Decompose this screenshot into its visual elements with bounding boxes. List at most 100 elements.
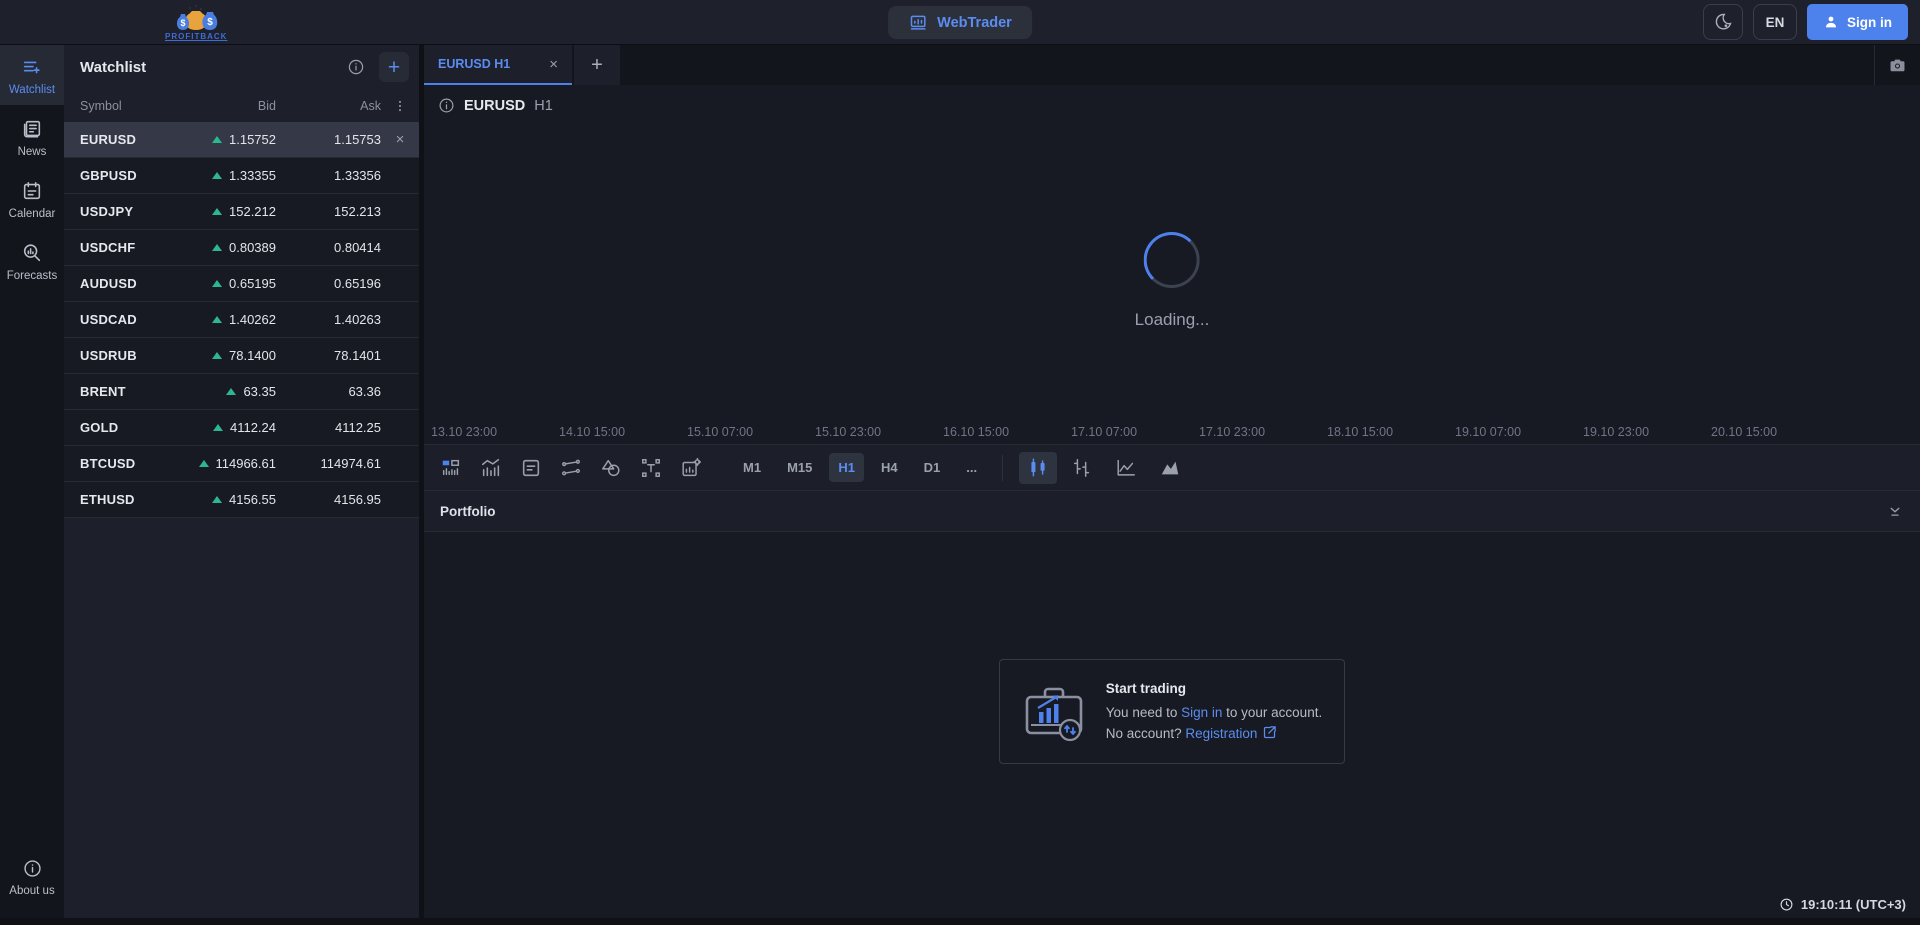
ask-value: 0.65196 <box>334 276 381 291</box>
indicators-button[interactable] <box>474 452 508 484</box>
text-tool-button[interactable] <box>634 452 668 484</box>
chart-settings-button[interactable] <box>674 452 708 484</box>
watchlist-row-audusd[interactable]: AUDUSD 0.65195 0.65196 <box>64 266 419 302</box>
sidebar-label: About us <box>9 885 55 897</box>
chart-region[interactable]: EURUSD H1 Loading... 13.10 23:00 14.10 15… <box>424 85 1920 444</box>
language-button[interactable]: EN <box>1753 4 1797 40</box>
screenshot-button[interactable] <box>1874 45 1920 85</box>
watchlist-menu-button[interactable] <box>381 99 419 113</box>
sidebar-item-forecasts[interactable]: Forecasts <box>0 231 64 291</box>
watchlist-row-usdchf[interactable]: USDCHF 0.80389 0.80414 <box>64 230 419 266</box>
watchlist-row-usdcad[interactable]: USDCAD 1.40262 1.40263 <box>64 302 419 338</box>
time-axis-label: 18.10 15:00 <box>1327 425 1394 439</box>
camera-icon <box>1890 59 1905 71</box>
chart-type-area-button[interactable] <box>1151 452 1189 484</box>
watchlist-row-btcusd[interactable]: BTCUSD 114966.61 114974.61 <box>64 446 419 482</box>
indicators-icon <box>481 458 500 476</box>
watchlist-row-usdjpy[interactable]: USDJPY 152.212 152.213 <box>64 194 419 230</box>
shapes-icon <box>602 459 620 476</box>
watchlist-row-usdrub[interactable]: USDRUB 78.1400 78.1401 <box>64 338 419 374</box>
chart-type-buttons <box>1019 451 1189 484</box>
clock-icon <box>1780 898 1793 911</box>
signin-link[interactable]: Sign in <box>1181 705 1222 720</box>
chart-type-bars-button[interactable] <box>1063 452 1101 484</box>
bid-value: 4156.55 <box>190 492 276 507</box>
watchlist-row-gold[interactable]: GOLD 4112.24 4112.25 <box>64 410 419 446</box>
chart-type-line-button[interactable] <box>1107 452 1145 484</box>
symbol-info-icon[interactable] <box>438 97 455 114</box>
ask-value: 0.80414 <box>334 240 381 255</box>
tab-eurusd-h1[interactable]: EURUSD H1 × <box>424 45 572 85</box>
time-axis-label: 17.10 23:00 <box>1199 425 1266 439</box>
price-up-icon <box>212 316 222 323</box>
svg-text:$: $ <box>181 18 186 28</box>
registration-link[interactable]: Registration <box>1185 726 1257 741</box>
column-bid: Bid <box>257 98 276 113</box>
timeframe-h4-button[interactable]: H4 <box>872 453 907 482</box>
remove-symbol-button[interactable]: × <box>396 131 405 148</box>
sidebar-item-calendar[interactable]: Calendar <box>0 169 64 229</box>
sidebar-label: News <box>17 146 47 158</box>
price-up-icon <box>212 280 222 287</box>
price-up-icon <box>212 136 222 143</box>
portfolio-header: Portfolio <box>424 491 1920 532</box>
timeframe-m1-button[interactable]: M1 <box>734 453 770 482</box>
status-bar: 19:10:11 (UTC+3) <box>424 891 1920 918</box>
sidebar-item-news[interactable]: News <box>0 107 64 167</box>
ask-value: 1.40263 <box>334 312 381 327</box>
start-trading-title: Start trading <box>1105 681 1187 697</box>
info-icon <box>348 59 364 75</box>
chart-type-candles-button[interactable] <box>1019 451 1058 484</box>
price-up-icon <box>212 496 222 503</box>
chart-symbol: EURUSD <box>464 97 526 114</box>
watchlist-row-gbpusd[interactable]: GBPUSD 1.33355 1.33356 <box>64 158 419 194</box>
watchlist-info-button[interactable] <box>343 54 369 80</box>
add-symbol-button[interactable]: + <box>379 52 409 82</box>
sidebar-item-about[interactable]: About us <box>0 847 64 906</box>
price-up-icon <box>212 172 222 179</box>
symbol-label: USDRUB <box>80 348 137 363</box>
bid-value: 4112.24 <box>190 420 276 435</box>
area-chart-icon <box>1161 461 1179 474</box>
timeframe-m15-button[interactable]: M15 <box>778 453 821 482</box>
timeframe-h1-button[interactable]: H1 <box>829 453 864 482</box>
collapse-down-icon <box>1890 507 1900 516</box>
tab-close-icon[interactable]: × <box>549 56 558 73</box>
theme-toggle-button[interactable] <box>1703 4 1743 40</box>
drawing-lines-button[interactable] <box>554 452 588 484</box>
symbol-label: GBPUSD <box>80 168 137 183</box>
chart-toolbar: M1 M15 H1 H4 D1... <box>424 444 1920 491</box>
portfolio-title: Portfolio <box>440 503 496 519</box>
bid-value: 152.212 <box>190 204 276 219</box>
chart-tab-bar: EURUSD H1 × + <box>424 45 1920 85</box>
brand-logo[interactable]: $ $ PROFITBACK <box>165 4 227 41</box>
webtrader-button[interactable]: WebTrader <box>888 6 1032 39</box>
time-axis-label: 17.10 07:00 <box>1071 425 1138 439</box>
chart-layout-button[interactable] <box>434 452 468 484</box>
watchlist-panel: Watchlist + Symbol Bid Ask EURUSD 1.15752… <box>64 45 419 918</box>
collapse-portfolio-button[interactable] <box>1886 502 1904 520</box>
signin-button[interactable]: Sign in <box>1807 4 1908 40</box>
watchlist-row-eurusd[interactable]: EURUSD 1.15752 1.15753 × <box>64 122 419 158</box>
watchlist-icon <box>23 61 40 74</box>
sidebar-item-watchlist[interactable]: Watchlist <box>0 45 64 105</box>
briefcase-chart-icon <box>1025 687 1083 741</box>
tab-label: EURUSD H1 <box>438 57 511 71</box>
main-area: EURUSD H1 × + EURUSD H1 Loading... 13.10… <box>424 45 1920 918</box>
symbol-label: ETHUSD <box>80 492 135 507</box>
calendar-icon <box>23 181 41 200</box>
new-tab-button[interactable]: + <box>574 45 620 85</box>
watchlist-header: Watchlist + <box>64 45 419 89</box>
bid-value: 0.65195 <box>190 276 276 291</box>
notes-button[interactable] <box>514 452 548 484</box>
more-timeframes-button[interactable]: ... <box>957 453 986 482</box>
symbol-label: USDJPY <box>80 204 134 219</box>
timeframe-d1-button[interactable]: D1 <box>915 453 950 482</box>
start-trading-card: Start trading You need to Sign in to you… <box>998 659 1346 764</box>
watchlist-row-brent[interactable]: BRENT 63.35 63.36 <box>64 374 419 410</box>
webtrader-monitor-icon <box>910 15 926 30</box>
shapes-button[interactable] <box>594 452 628 484</box>
watchlist-row-ethusd[interactable]: ETHUSD 4156.55 4156.95 <box>64 482 419 518</box>
loading-indicator: Loading... <box>1135 232 1209 330</box>
brand-caption: PROFITBACK <box>165 31 228 41</box>
